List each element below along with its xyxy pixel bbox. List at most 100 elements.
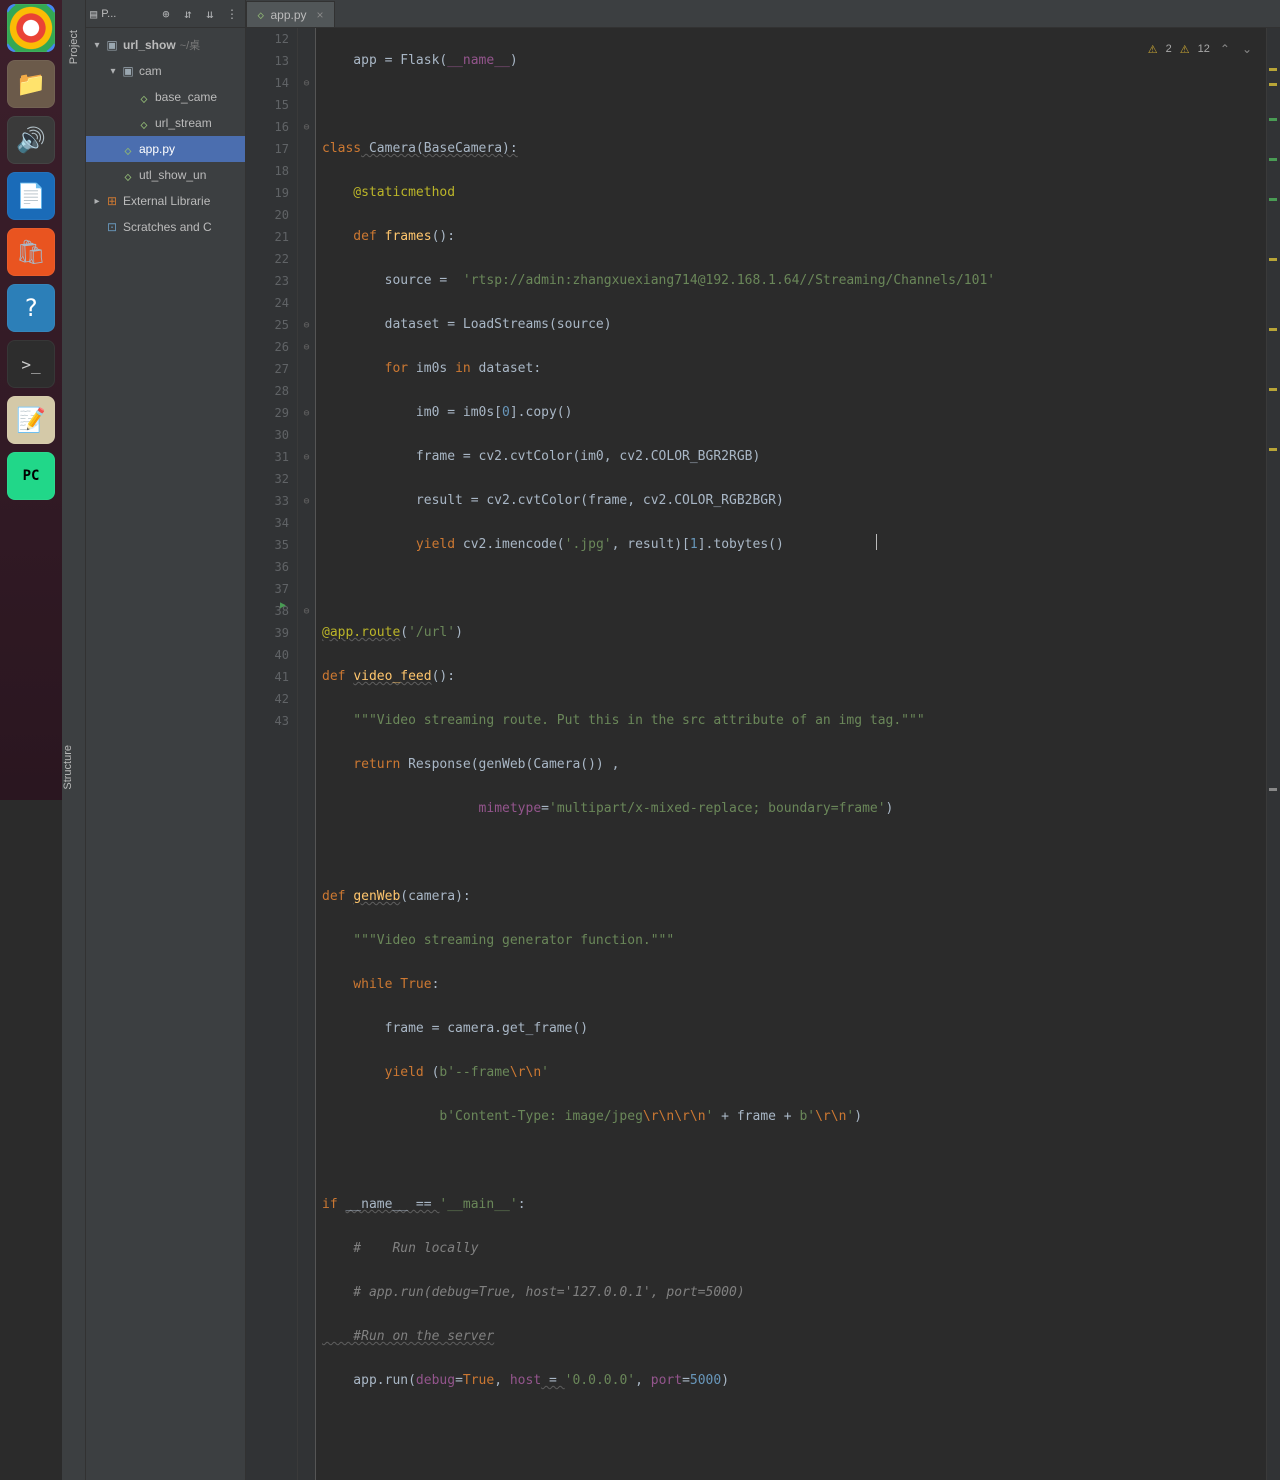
stripe-marker[interactable] xyxy=(1269,328,1277,331)
folder-icon: ▤ xyxy=(90,7,97,21)
text-cursor xyxy=(876,534,877,550)
warning-icon: ⚠ xyxy=(1180,43,1190,56)
tree-file-app[interactable]: 🝔 app.py xyxy=(86,136,245,162)
sidebar-tab-structure[interactable]: Structure xyxy=(62,680,86,800)
line-number[interactable]: 17 xyxy=(246,138,289,160)
close-icon[interactable]: × xyxy=(317,8,324,22)
python-file-icon: 🝔 xyxy=(136,111,152,136)
next-highlight-icon[interactable]: ⌄ xyxy=(1240,42,1254,56)
line-number[interactable]: 21 xyxy=(246,226,289,248)
line-number[interactable]: 41 xyxy=(246,666,289,688)
tree-file-base-camera[interactable]: 🝔 base_came xyxy=(86,84,245,110)
editor-body[interactable]: ⚠2 ⚠12 ⌃ ⌄ 12131415161718192021222324252… xyxy=(246,28,1280,1480)
line-number[interactable]: 20 xyxy=(246,204,289,226)
editor: 🝔 app.py × ⚠2 ⚠12 ⌃ ⌄ 121314151617181920… xyxy=(246,0,1280,1480)
stripe-marker[interactable] xyxy=(1269,83,1277,86)
stripe-marker[interactable] xyxy=(1269,118,1277,121)
expand-icon[interactable]: ⇵ xyxy=(179,7,197,21)
stripe-marker[interactable] xyxy=(1269,258,1277,261)
line-number[interactable]: 39 xyxy=(246,622,289,644)
chevron-down-icon[interactable]: ▾ xyxy=(106,66,120,77)
line-number[interactable]: 27 xyxy=(246,358,289,380)
tree-file-utl-show[interactable]: 🝔 utl_show_un xyxy=(86,162,245,188)
launcher-help[interactable]: ? xyxy=(7,284,55,332)
editor-tab-bar: 🝔 app.py × xyxy=(246,0,1280,28)
line-number[interactable]: 15 xyxy=(246,94,289,116)
line-number[interactable]: 13 xyxy=(246,50,289,72)
inspections-widget[interactable]: ⚠2 ⚠12 ⌃ ⌄ xyxy=(1142,40,1260,58)
project-view-selector[interactable]: P... xyxy=(101,8,153,20)
launcher-terminal[interactable]: >_ xyxy=(7,340,55,388)
tree-file-url-stream[interactable]: 🝔 url_stream xyxy=(86,110,245,136)
stripe-marker[interactable] xyxy=(1269,68,1277,71)
chevron-right-icon[interactable]: ▸ xyxy=(90,196,104,207)
prev-highlight-icon[interactable]: ⌃ xyxy=(1218,42,1232,56)
chevron-down-icon[interactable]: ▾ xyxy=(90,40,104,51)
launcher-chrome[interactable] xyxy=(7,4,55,52)
line-number[interactable]: 14 xyxy=(246,72,289,94)
launcher-writer[interactable]: 📄 xyxy=(7,172,55,220)
line-number[interactable]: 43 xyxy=(246,710,289,732)
tree-root[interactable]: ▾ ▣ url_show ~/桌 xyxy=(86,32,245,58)
line-number[interactable]: 37 xyxy=(246,578,289,600)
project-panel-header: ▤ P... ⊕ ⇵ ⇊ ⋮ xyxy=(86,0,245,28)
line-number[interactable]: 34 xyxy=(246,512,289,534)
project-tree[interactable]: ▾ ▣ url_show ~/桌 ▾ ▣ cam 🝔 base_c xyxy=(86,28,245,240)
fold-icon[interactable]: ⊖ xyxy=(298,116,315,138)
stripe-marker[interactable] xyxy=(1269,388,1277,391)
line-number[interactable]: 16 xyxy=(246,116,289,138)
line-number-gutter[interactable]: 1213141516171819202122232425262728293031… xyxy=(246,28,298,1480)
fold-icon[interactable]: ⊖ xyxy=(298,314,315,336)
editor-tab-app[interactable]: 🝔 app.py × xyxy=(246,1,335,27)
stripe-marker[interactable] xyxy=(1269,448,1277,451)
line-number[interactable]: 30 xyxy=(246,424,289,446)
line-number[interactable]: 29 xyxy=(246,402,289,424)
launcher-gedit[interactable]: 📝 xyxy=(7,396,55,444)
line-number[interactable]: 36 xyxy=(246,556,289,578)
settings-icon[interactable]: ⋮ xyxy=(223,7,241,21)
collapse-icon[interactable]: ⇊ xyxy=(201,7,219,21)
line-number[interactable]: 25 xyxy=(246,314,289,336)
launcher-software[interactable]: 🛍 xyxy=(7,228,55,276)
line-number[interactable]: 22 xyxy=(246,248,289,270)
fold-icon[interactable]: ⊖ xyxy=(298,446,315,468)
fold-icon[interactable]: ⊖ xyxy=(298,336,315,358)
line-number[interactable]: 32 xyxy=(246,468,289,490)
tab-label: app.py xyxy=(271,8,307,22)
tree-external-libraries[interactable]: ▸ ⊞ External Librarie xyxy=(86,188,245,214)
stripe-marker[interactable] xyxy=(1269,158,1277,161)
line-number[interactable]: 12 xyxy=(246,28,289,50)
line-number[interactable]: 42 xyxy=(246,688,289,710)
stripe-marker[interactable] xyxy=(1269,198,1277,201)
launcher-media[interactable]: 🔊 xyxy=(7,116,55,164)
fold-icon[interactable]: ⊖ xyxy=(298,600,315,622)
tree-scratches[interactable]: ⊡ Scratches and C xyxy=(86,214,245,240)
line-number[interactable]: 18 xyxy=(246,160,289,182)
line-number[interactable]: 19 xyxy=(246,182,289,204)
line-number[interactable]: 24 xyxy=(246,292,289,314)
fold-icon[interactable]: ⊖ xyxy=(298,72,315,94)
line-number[interactable]: 33 xyxy=(246,490,289,512)
library-icon: ⊞ xyxy=(104,194,120,208)
line-number[interactable]: 26 xyxy=(246,336,289,358)
fold-gutter[interactable]: ▶ ⊖⊖⊖⊖⊖⊖⊖⊖ xyxy=(298,28,316,1480)
fold-icon[interactable]: ⊖ xyxy=(298,490,315,512)
launcher-pycharm[interactable]: PC xyxy=(7,452,55,500)
error-stripe[interactable] xyxy=(1266,28,1280,1480)
line-number[interactable]: 23 xyxy=(246,270,289,292)
tree-folder-cam[interactable]: ▾ ▣ cam xyxy=(86,58,245,84)
line-number[interactable]: 28 xyxy=(246,380,289,402)
launcher-files[interactable]: 📁 xyxy=(7,60,55,108)
warning-icon: ⚠ xyxy=(1148,43,1158,56)
locate-icon[interactable]: ⊕ xyxy=(157,7,175,21)
folder-icon: ▣ xyxy=(120,64,136,78)
python-file-icon: 🝔 xyxy=(257,4,265,26)
run-gutter-icon[interactable]: ▶ xyxy=(280,600,286,611)
stripe-marker[interactable] xyxy=(1269,788,1277,791)
line-number[interactable]: 40 xyxy=(246,644,289,666)
folder-icon: ▣ xyxy=(104,38,120,52)
line-number[interactable]: 35 xyxy=(246,534,289,556)
fold-icon[interactable]: ⊖ xyxy=(298,402,315,424)
code-area[interactable]: app = Flask(__name__) class Camera(BaseC… xyxy=(316,28,1266,1480)
line-number[interactable]: 31 xyxy=(246,446,289,468)
